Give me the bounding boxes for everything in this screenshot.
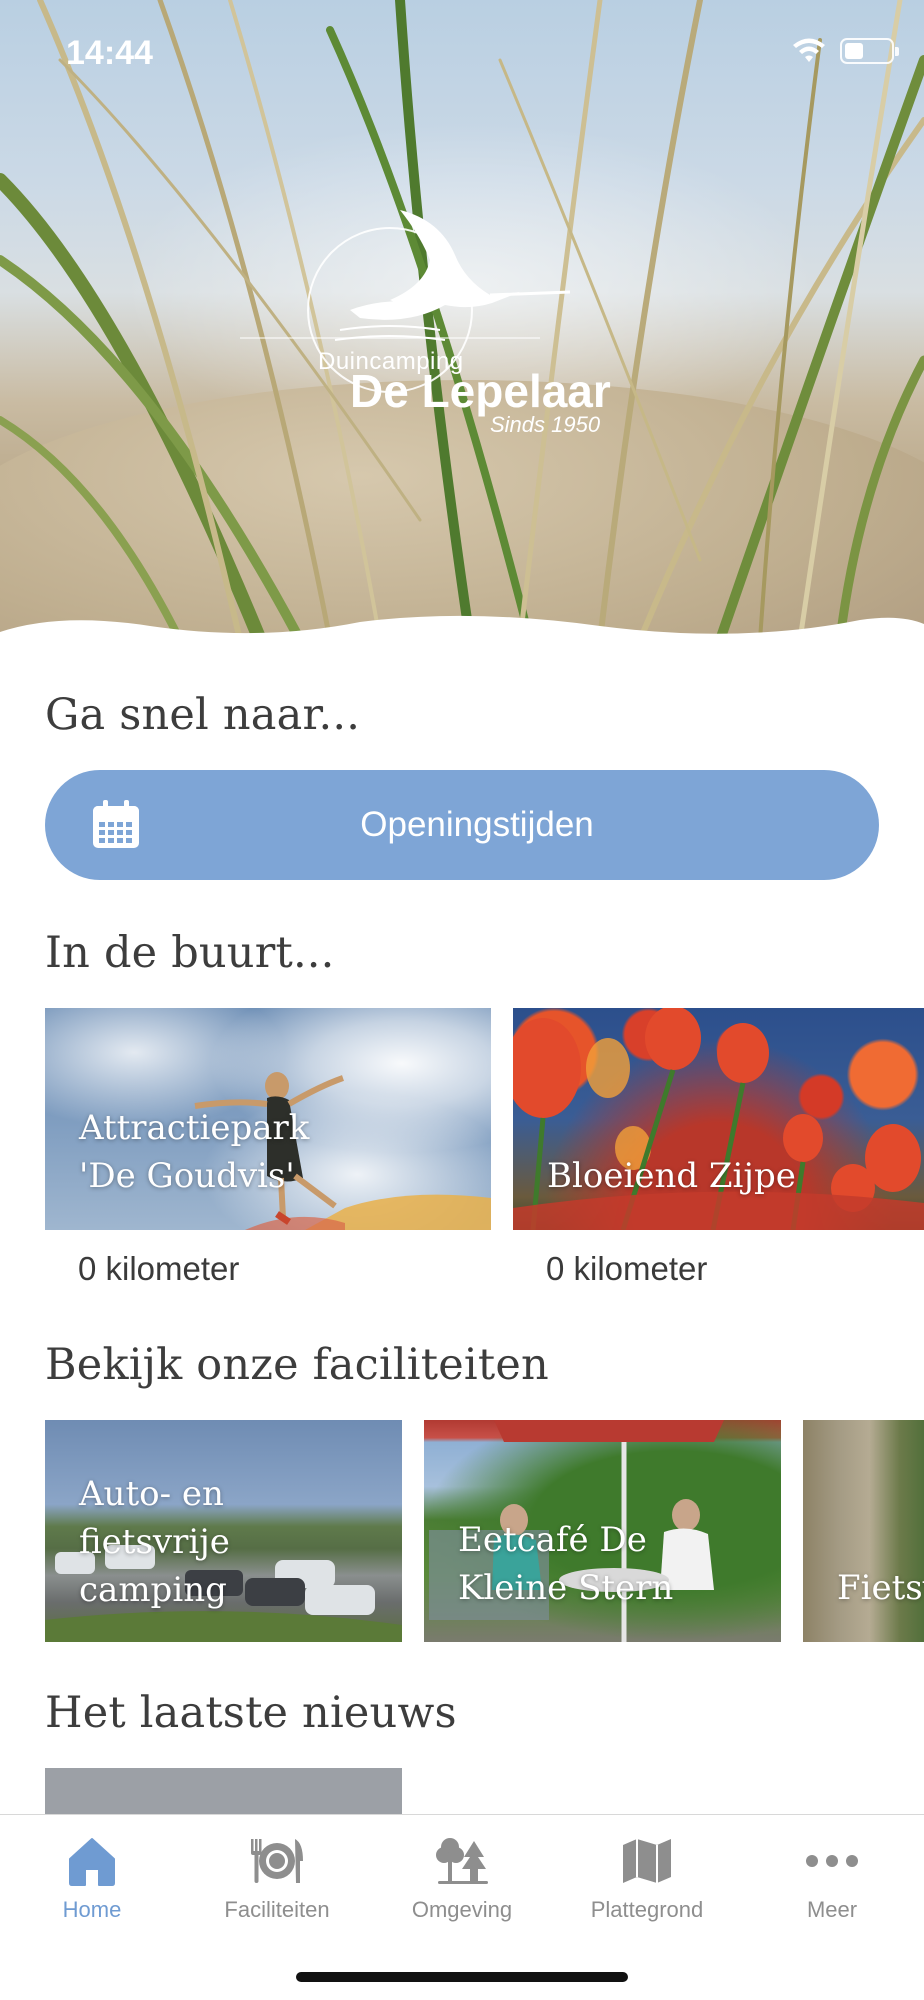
card-title-line: camping: [79, 1570, 227, 1610]
nearby-title: In de buurt...: [45, 928, 335, 978]
home-icon: [69, 1838, 115, 1886]
news-title: Het laatste nieuws: [45, 1688, 457, 1738]
tab-omgeving[interactable]: Omgeving: [370, 1815, 554, 1945]
facility-card-eetcafe[interactable]: Eetcafé De Kleine Stern: [424, 1420, 781, 1642]
card-title-line: fietsvrije: [79, 1522, 230, 1562]
tab-label: Faciliteiten: [224, 1897, 330, 1922]
cutlery-icon: [251, 1839, 303, 1883]
nearby-distance: 0 kilometer: [78, 1250, 240, 1287]
nearby-card-zijpe[interactable]: Bloeiend Zijpe: [513, 1008, 924, 1230]
nearby-distance: 0 kilometer: [546, 1250, 708, 1287]
facilities-title: Bekijk onze faciliteiten: [45, 1340, 549, 1390]
status-time: 14:44: [66, 34, 153, 72]
home-indicator: [296, 1972, 628, 1982]
news-card[interactable]: [45, 1768, 402, 1818]
trees-icon: [436, 1838, 488, 1884]
tab-plattegrond[interactable]: Plattegrond: [555, 1815, 739, 1945]
status-icons: [792, 38, 899, 64]
more-icon: [806, 1855, 858, 1867]
card-title-line: 'De Goudvis': [79, 1156, 295, 1196]
tab-label: Plattegrond: [590, 1897, 704, 1922]
hero-wave-divider: [0, 615, 924, 672]
openingstijden-button[interactable]: Openingstijden: [45, 770, 879, 880]
card-title-line: Attractiepark: [79, 1108, 310, 1148]
facility-card-autovrij[interactable]: Auto- en fietsvrije camping: [45, 1420, 402, 1642]
tab-faciliteiten[interactable]: Faciliteiten: [185, 1815, 369, 1945]
wifi-icon: [793, 38, 825, 62]
card-title-line: Fietsv: [837, 1568, 924, 1608]
tab-label: Home: [62, 1897, 122, 1922]
tab-label: Meer: [806, 1897, 858, 1922]
card-title-line: Auto- en: [79, 1474, 224, 1514]
card-title-line: Bloeiend Zijpe: [547, 1156, 796, 1196]
card-title-line: Kleine Stern: [458, 1568, 674, 1608]
logo-since: Sinds 1950: [490, 412, 601, 437]
hero-image: 14:44 Duincamping De Lepelaar Sinds 1950: [0, 0, 924, 650]
map-icon: [623, 1839, 671, 1883]
quick-access-title: Ga snel naar...: [45, 690, 361, 740]
nearby-card-goudvis[interactable]: Attractiepark 'De Goudvis': [45, 1008, 491, 1230]
tab-label: Omgeving: [411, 1897, 513, 1922]
battery-icon: [840, 38, 899, 64]
tab-meer[interactable]: Meer: [740, 1815, 924, 1945]
openingstijden-label: Openingstijden: [360, 805, 594, 844]
logo-name: De Lepelaar: [350, 365, 611, 417]
facility-card-fietsvrij[interactable]: Fietsv: [803, 1420, 924, 1642]
tab-home[interactable]: Home: [0, 1815, 184, 1945]
card-title-line: Eetcafé De: [458, 1520, 647, 1560]
